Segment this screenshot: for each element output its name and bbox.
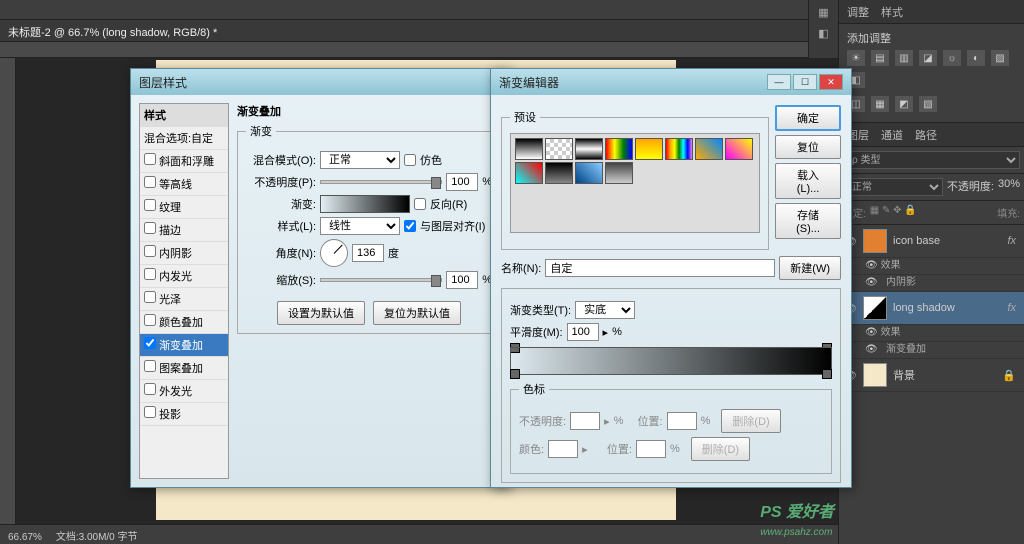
layer-item[interactable]: 👁 icon base fx bbox=[839, 225, 1024, 258]
tab-channels[interactable]: 通道 bbox=[881, 127, 903, 142]
dialog-title: 图层样式 bbox=[139, 74, 187, 91]
fx-badge[interactable]: fx bbox=[1007, 302, 1020, 314]
layer-thumb bbox=[863, 296, 887, 320]
collapsed-panels[interactable]: ▦◧ bbox=[808, 0, 838, 58]
maximize-button[interactable]: ☐ bbox=[793, 74, 817, 90]
gradient-bar[interactable] bbox=[510, 347, 832, 375]
angle-input[interactable] bbox=[352, 244, 384, 262]
status-bar: 66.67% 文档:3.00M/0 字节 bbox=[0, 524, 838, 544]
adjustment-icons-2[interactable]: ◫▦◩▧ bbox=[847, 92, 1016, 116]
delete-button: 删除(D) bbox=[721, 409, 780, 433]
right-panel: 调整 样式 添加调整 ☀▤▥◪☼◐▨◧ ◫▦◩▧ 图层 通道 路径 ρ 类型 正… bbox=[838, 0, 1024, 544]
opacity-value[interactable]: 30% bbox=[998, 178, 1020, 196]
make-default-button[interactable]: 设置为默认值 bbox=[277, 301, 365, 325]
reverse-check[interactable] bbox=[414, 198, 426, 210]
close-button[interactable]: ✕ bbox=[819, 74, 843, 90]
tab-styles[interactable]: 样式 bbox=[881, 4, 903, 19]
angle-dial[interactable] bbox=[320, 239, 348, 267]
layer-item[interactable]: 👁 背景 🔒 bbox=[839, 359, 1024, 392]
scale-slider[interactable] bbox=[320, 278, 442, 282]
zoom-level[interactable]: 66.67% bbox=[8, 532, 42, 543]
layers-tabs[interactable]: 图层 通道 路径 bbox=[839, 123, 1024, 147]
style-select[interactable]: 线性 bbox=[320, 217, 400, 235]
load-button[interactable]: 载入(L)... bbox=[775, 163, 841, 199]
watermark: PS 爱好者 www.psahz.com bbox=[760, 498, 834, 540]
preset-grid[interactable] bbox=[510, 133, 760, 233]
ruler-horizontal bbox=[0, 42, 838, 58]
layer-name[interactable]: 背景 bbox=[893, 367, 915, 383]
smooth-input[interactable] bbox=[567, 323, 599, 341]
opacity-slider[interactable] bbox=[320, 180, 442, 184]
cancel-button[interactable]: 复位 bbox=[775, 135, 841, 159]
gradient-editor-dialog[interactable]: 渐变编辑器 — ☐ ✕ 确定 复位 载入(L)... 存储(S)... 预设 bbox=[490, 68, 852, 488]
layer-thumb bbox=[863, 229, 887, 253]
fx-badge[interactable]: fx bbox=[1007, 235, 1020, 247]
layer-name[interactable]: long shadow bbox=[893, 302, 955, 314]
reset-default-button[interactable]: 复位为默认值 bbox=[373, 301, 461, 325]
dither-check[interactable] bbox=[404, 154, 416, 166]
opacity-label: 不透明度: bbox=[947, 178, 994, 196]
layer-item[interactable]: 👁 long shadow fx bbox=[839, 292, 1024, 325]
lock-icon: 🔒 bbox=[1002, 369, 1020, 382]
name-input[interactable] bbox=[545, 259, 775, 277]
layer-name[interactable]: icon base bbox=[893, 235, 940, 247]
opacity-input[interactable] bbox=[446, 173, 478, 191]
save-button[interactable]: 存储(S)... bbox=[775, 203, 841, 239]
doc-info: 文档:3.00M/0 字节 bbox=[56, 532, 138, 543]
type-select[interactable]: 实底 bbox=[575, 301, 635, 319]
tab-adjustments[interactable]: 调整 bbox=[847, 4, 869, 19]
section-title: 渐变叠加 bbox=[237, 103, 501, 119]
blend-mode-select[interactable]: 正常 bbox=[320, 151, 400, 169]
layer-style-dialog[interactable]: 图层样式 样式 混合选项:自定 斜面和浮雕 等高线 纹理 描边 内阴影 内发光 … bbox=[130, 68, 510, 488]
adjustment-icons[interactable]: ☀▤▥◪☼◐▨◧ bbox=[847, 46, 1016, 92]
style-list[interactable]: 样式 混合选项:自定 斜面和浮雕 等高线 纹理 描边 内阴影 内发光 光泽 颜色… bbox=[139, 103, 229, 479]
color-stop[interactable] bbox=[510, 369, 520, 379]
layer-filter[interactable]: ρ 类型 bbox=[843, 151, 1020, 169]
adjustments-tabs[interactable]: 调整 样式 bbox=[839, 0, 1024, 24]
scale-input[interactable] bbox=[446, 271, 478, 289]
ok-button[interactable]: 确定 bbox=[775, 105, 841, 131]
color-stop[interactable] bbox=[822, 369, 832, 379]
delete-button: 删除(D) bbox=[691, 437, 750, 461]
fill-label: 填充: bbox=[997, 205, 1020, 220]
layer-thumb bbox=[863, 363, 887, 387]
minimize-button[interactable]: — bbox=[767, 74, 791, 90]
ruler-vertical bbox=[0, 58, 16, 524]
add-adjustment-label: 添加调整 bbox=[847, 30, 1016, 46]
blend-mode[interactable]: 正常 bbox=[843, 178, 943, 196]
layers-list: 👁 icon base fx 👁 效果 👁 内阴影 👁 long shadow … bbox=[839, 225, 1024, 392]
gradient-picker[interactable] bbox=[320, 195, 410, 213]
new-button[interactable]: 新建(W) bbox=[779, 256, 841, 280]
tab-paths[interactable]: 路径 bbox=[915, 127, 937, 142]
dialog-title: 渐变编辑器 bbox=[499, 74, 559, 91]
align-check[interactable] bbox=[404, 220, 416, 232]
